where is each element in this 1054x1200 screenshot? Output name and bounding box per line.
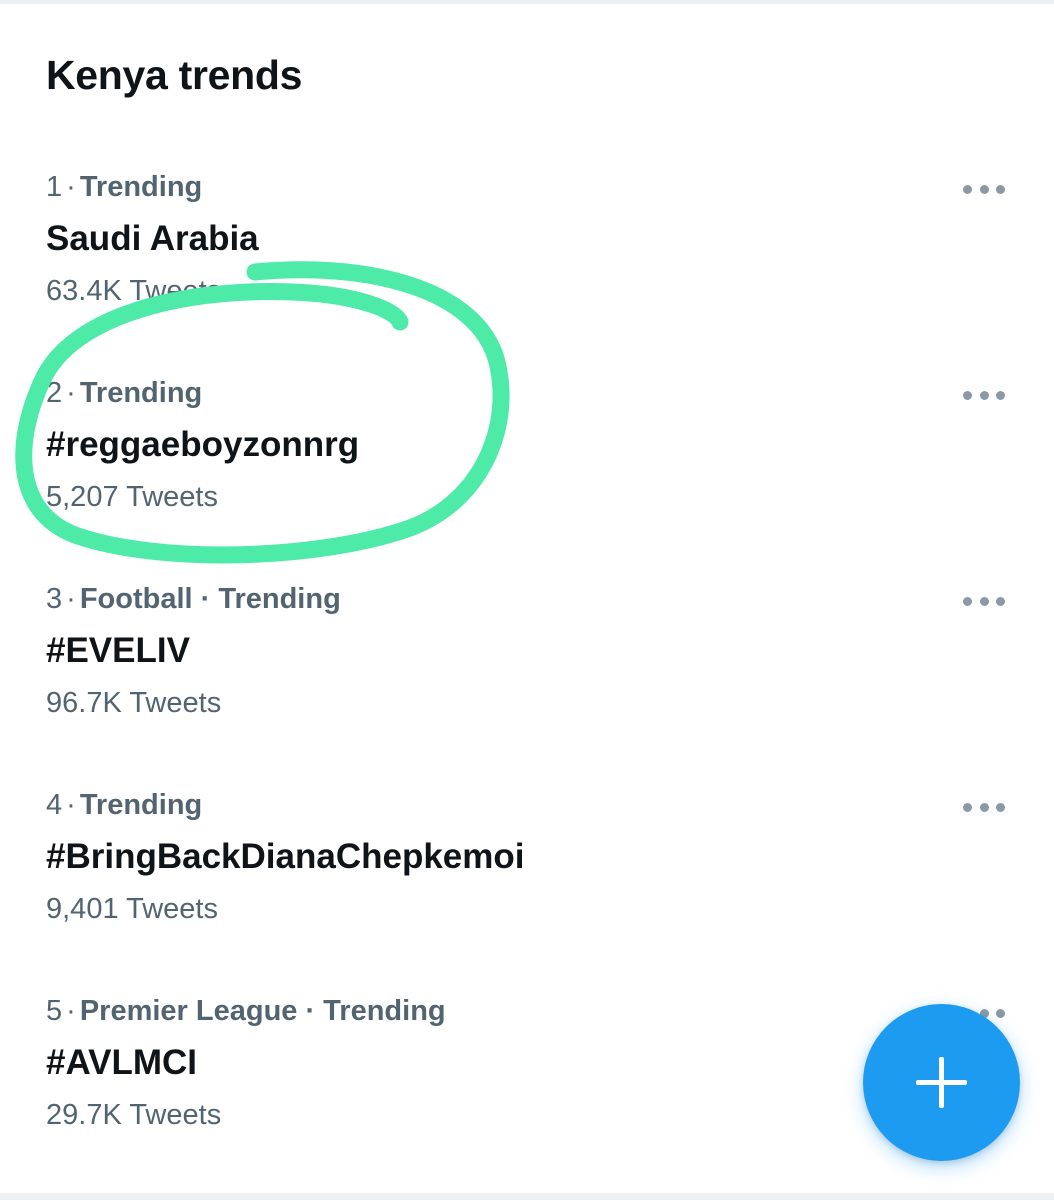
separator-dot: ·: [66, 995, 76, 1027]
trend-context: 4 · Trending: [46, 789, 202, 822]
trend-tweet-count: 5,207 Tweets: [46, 481, 218, 513]
top-divider: [0, 0, 1054, 4]
trends-page: Kenya trends 1 · Trending Saudi Arabia 63.…: [0, 0, 1054, 1200]
trend-rank: 1: [46, 171, 63, 203]
trend-context: 1 · Trending: [46, 171, 202, 204]
page-title: Kenya trends: [46, 52, 303, 98]
trend-tweet-count: 9,401 Tweets: [46, 893, 218, 925]
plus-icon: [916, 1057, 967, 1108]
trend-tweet-count: 96.7K Tweets: [46, 687, 222, 719]
separator-dot: ·: [66, 789, 76, 821]
more-options-icon[interactable]: [963, 801, 1005, 813]
trend-item[interactable]: 2 · Trending #reggaeboyzonnrg 5,207 Tweets: [0, 377, 1054, 583]
trend-rank: 4: [46, 789, 63, 821]
more-options-icon[interactable]: [963, 595, 1005, 607]
trend-context: 3 · Football · Trending: [46, 583, 341, 616]
trend-context: 5 · Premier League · Trending: [46, 995, 446, 1028]
trend-tweet-count: 29.7K Tweets: [46, 1099, 222, 1131]
trend-category: Premier League · Trending: [79, 995, 446, 1027]
trend-category: Trending: [79, 789, 203, 821]
compose-tweet-button[interactable]: [863, 1004, 1020, 1161]
separator-dot: ·: [66, 583, 76, 615]
trend-item[interactable]: 3 · Football · Trending #EVELIV 96.7K Twee…: [0, 583, 1054, 789]
separator-dot: ·: [66, 377, 76, 409]
trend-category: Trending: [79, 377, 203, 409]
trend-context: 2 · Trending: [46, 377, 202, 410]
trend-rank: 5: [46, 995, 63, 1027]
trend-name[interactable]: #BringBackDianaChepkemoi: [46, 837, 524, 877]
trend-category: Trending: [79, 171, 203, 203]
separator-dot: ·: [66, 171, 76, 203]
trend-item[interactable]: 4 · Trending #BringBackDianaChepkemoi 9,40…: [0, 789, 1054, 995]
trend-name[interactable]: #AVLMCI: [46, 1043, 197, 1083]
trend-rank: 3: [46, 583, 63, 615]
more-options-icon[interactable]: [963, 183, 1005, 195]
trend-name[interactable]: #reggaeboyzonnrg: [46, 425, 359, 465]
more-options-icon[interactable]: [963, 389, 1005, 401]
trend-tweet-count: 63.4K Tweets: [46, 275, 222, 307]
trend-item[interactable]: 1 · Trending Saudi Arabia 63.4K Tweets: [0, 171, 1054, 377]
trend-rank: 2: [46, 377, 63, 409]
trend-name[interactable]: Saudi Arabia: [46, 219, 259, 259]
trend-category: Football · Trending: [79, 583, 341, 615]
bottom-divider: [0, 1193, 1054, 1200]
trend-name[interactable]: #EVELIV: [46, 631, 190, 671]
